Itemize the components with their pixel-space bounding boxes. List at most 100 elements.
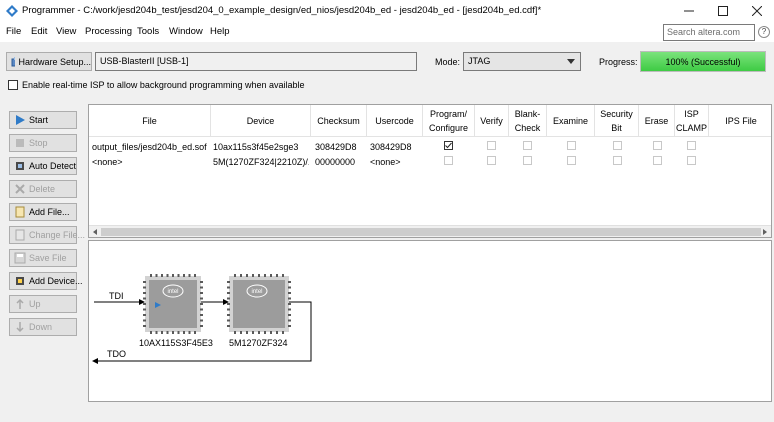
check-icon (445, 142, 452, 149)
row-checksum: 00000000 (315, 157, 356, 167)
status-bar (0, 404, 774, 422)
col-header-security-label-1: Security (600, 108, 633, 119)
col-header-usercode[interactable]: Usercode (367, 105, 423, 137)
add-file-icon (14, 206, 26, 218)
security-bit-checkbox[interactable] (613, 141, 622, 150)
search-input[interactable]: Search altera.com (663, 24, 755, 41)
jtag-chain-diagram: intel intel TDI TDO 10AX115S3F45E3 5M127… (88, 240, 772, 402)
up-label: Up (29, 299, 41, 309)
program-checkbox[interactable] (444, 156, 453, 165)
col-header-erase[interactable]: Erase (639, 105, 675, 137)
add-device-button[interactable]: Add Device... (9, 272, 83, 290)
col-header-ips-label: IPS File (725, 115, 757, 126)
scrollbar-thumb[interactable] (101, 228, 761, 236)
col-header-security-bit[interactable]: Security Bit (595, 105, 639, 137)
col-header-isp-label-2: CLAMP (675, 122, 707, 133)
security-bit-checkbox[interactable] (613, 156, 622, 165)
scroll-right-icon[interactable] (760, 227, 770, 237)
blank-check-checkbox[interactable] (523, 141, 532, 150)
device-chip-2[interactable]: intel (227, 274, 291, 334)
start-button[interactable]: Start (9, 111, 77, 129)
device-2-label: 5M1270ZF324 (229, 338, 288, 348)
delete-icon (14, 183, 26, 195)
row-usercode: 308429D8 (370, 142, 412, 152)
col-header-verify-label: Verify (480, 115, 503, 126)
close-button[interactable] (740, 0, 774, 22)
isp-checkbox[interactable] (8, 80, 18, 90)
change-file-label: Change File... (29, 230, 86, 240)
add-device-icon (14, 275, 26, 287)
erase-checkbox[interactable] (653, 156, 662, 165)
col-header-blank-check[interactable]: Blank- Check (509, 105, 547, 137)
col-header-erase-label: Erase (644, 115, 669, 126)
program-checkbox[interactable] (444, 141, 453, 150)
menu-edit[interactable]: Edit (31, 26, 47, 37)
isp-clamp-checkbox[interactable] (687, 156, 696, 165)
col-header-isp-clamp[interactable]: ISP CLAMP (675, 105, 709, 137)
minimize-icon (684, 10, 694, 12)
col-header-checksum-label: Checksum (317, 115, 360, 126)
isp-clamp-checkbox[interactable] (687, 141, 696, 150)
scroll-left-icon[interactable] (90, 227, 100, 237)
col-header-program-label-2: Configure (428, 122, 469, 133)
examine-checkbox[interactable] (567, 141, 576, 150)
menu-window[interactable]: Window (169, 26, 203, 37)
menu-processing[interactable]: Processing (85, 26, 132, 37)
start-icon (14, 114, 26, 126)
menu-help[interactable]: Help (210, 26, 230, 37)
minimize-button[interactable] (672, 0, 706, 22)
device-table: File Device Checksum Usercode Program/ C… (88, 104, 772, 238)
col-header-checksum[interactable]: Checksum (311, 105, 367, 137)
save-file-button[interactable]: Save File (9, 249, 77, 267)
mode-select[interactable]: JTAG (463, 52, 581, 71)
chevron-down-icon (567, 59, 575, 64)
intel-logo-1: intel (167, 289, 178, 295)
col-header-blank-label-1: Blank- (514, 108, 541, 119)
maximize-button[interactable] (706, 0, 740, 22)
col-header-examine[interactable]: Examine (547, 105, 595, 137)
add-file-button[interactable]: Add File... (9, 203, 77, 221)
verify-checkbox[interactable] (487, 156, 496, 165)
isp-label: Enable real-time ISP to allow background… (22, 80, 305, 90)
examine-checkbox[interactable] (567, 156, 576, 165)
stop-label: Stop (29, 138, 48, 148)
col-header-verify[interactable]: Verify (475, 105, 509, 137)
stop-button[interactable]: Stop (9, 134, 77, 152)
save-file-label: Save File (29, 253, 67, 263)
delete-button[interactable]: Delete (9, 180, 77, 198)
delete-label: Delete (29, 184, 56, 194)
menu-view[interactable]: View (56, 26, 76, 37)
menu-file[interactable]: File (6, 26, 21, 37)
programmer-app-icon (6, 5, 18, 17)
up-icon (14, 298, 26, 310)
blank-check-checkbox[interactable] (523, 156, 532, 165)
mode-label: Mode: (435, 57, 461, 67)
tdo-label: TDO (107, 349, 126, 359)
col-header-file[interactable]: File (89, 105, 211, 137)
progress-bar: 100% (Successful) (640, 51, 766, 72)
col-header-device[interactable]: Device (211, 105, 311, 137)
add-device-label: Add Device... (29, 276, 83, 286)
auto-detect-button[interactable]: Auto Detect (9, 157, 77, 175)
close-icon (752, 6, 762, 16)
verify-checkbox[interactable] (487, 141, 496, 150)
save-icon (14, 252, 26, 264)
auto-detect-label: Auto Detect (29, 161, 77, 171)
erase-checkbox[interactable] (653, 141, 662, 150)
menu-tools[interactable]: Tools (137, 26, 159, 37)
col-header-ips-file[interactable]: IPS File (709, 105, 771, 137)
row-device: 10ax115s3f45e2sge3 (213, 142, 299, 152)
mode-value: JTAG (468, 56, 491, 66)
progress-label: Progress: (599, 57, 638, 67)
up-button[interactable]: Up (9, 295, 77, 313)
change-file-button[interactable]: Change File... (9, 226, 85, 244)
horizontal-scrollbar[interactable] (89, 225, 771, 237)
down-button[interactable]: Down (9, 318, 77, 336)
col-header-blank-label-2: Check (514, 122, 541, 133)
hardware-setup-button[interactable]: Hardware Setup... (6, 52, 92, 71)
col-header-program[interactable]: Program/ Configure (423, 105, 475, 137)
hardware-icon (11, 56, 16, 66)
hardware-setup-label: Hardware Setup... (18, 56, 91, 67)
help-icon[interactable]: ? (758, 26, 770, 38)
device-chip-1[interactable]: intel (143, 274, 203, 334)
